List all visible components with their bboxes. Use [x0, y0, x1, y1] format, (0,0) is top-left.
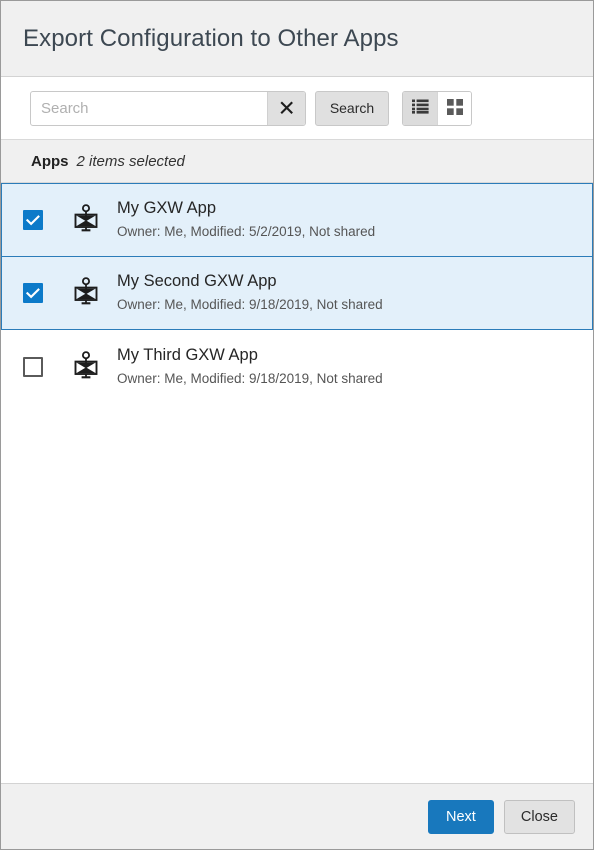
row-icon-cell	[64, 277, 108, 310]
table-row[interactable]: My Second GXW App Owner: Me, Modified: 9…	[1, 256, 593, 330]
list-view-button[interactable]	[403, 92, 437, 125]
apps-list[interactable]: My GXW App Owner: Me, Modified: 5/2/2019…	[1, 183, 593, 783]
checkmark-icon	[26, 288, 40, 299]
toolbar: Search	[1, 77, 593, 139]
grid-view-icon	[447, 99, 463, 118]
app-meta: Owner: Me, Modified: 5/2/2019, Not share…	[117, 222, 592, 242]
row-icon-cell	[64, 204, 108, 237]
export-configuration-dialog: Export Configuration to Other Apps Searc…	[0, 0, 594, 850]
table-row[interactable]: My Third GXW App Owner: Me, Modified: 9/…	[1, 330, 593, 404]
search-input[interactable]	[31, 92, 267, 125]
row-checkbox[interactable]	[23, 210, 43, 230]
clear-search-button[interactable]	[267, 92, 305, 125]
app-name: My Second GXW App	[117, 271, 592, 292]
app-name: My GXW App	[117, 198, 592, 219]
next-button[interactable]: Next	[428, 800, 494, 834]
row-checkbox-cell[interactable]	[2, 210, 64, 230]
app-name: My Third GXW App	[117, 345, 592, 366]
gxw-app-icon	[73, 204, 99, 237]
row-checkbox-cell[interactable]	[2, 283, 64, 303]
app-meta: Owner: Me, Modified: 9/18/2019, Not shar…	[117, 369, 592, 389]
search-group	[30, 91, 306, 126]
list-view-icon	[412, 99, 429, 117]
dialog-header: Export Configuration to Other Apps	[1, 1, 593, 77]
grid-view-button[interactable]	[437, 92, 471, 125]
table-row[interactable]: My GXW App Owner: Me, Modified: 5/2/2019…	[1, 183, 593, 257]
row-text-cell: My Second GXW App Owner: Me, Modified: 9…	[108, 271, 592, 315]
row-text-cell: My GXW App Owner: Me, Modified: 5/2/2019…	[108, 198, 592, 242]
app-meta: Owner: Me, Modified: 9/18/2019, Not shar…	[117, 295, 592, 315]
row-checkbox-cell[interactable]	[2, 357, 64, 377]
dialog-footer: Next Close	[1, 783, 593, 849]
gxw-app-icon	[73, 277, 99, 310]
section-title: Apps	[31, 153, 69, 170]
checkmark-icon	[26, 215, 40, 226]
row-checkbox[interactable]	[23, 283, 43, 303]
close-button[interactable]: Close	[504, 800, 575, 834]
gxw-app-icon	[73, 351, 99, 384]
page-title: Export Configuration to Other Apps	[23, 25, 399, 53]
selection-status: 2 items selected	[77, 153, 185, 170]
row-checkbox[interactable]	[23, 357, 43, 377]
close-x-icon	[279, 101, 294, 116]
search-button[interactable]: Search	[315, 91, 389, 126]
view-toggle-group	[402, 91, 472, 126]
apps-section-header: Apps 2 items selected	[1, 139, 593, 183]
row-icon-cell	[64, 351, 108, 384]
row-text-cell: My Third GXW App Owner: Me, Modified: 9/…	[108, 345, 592, 389]
